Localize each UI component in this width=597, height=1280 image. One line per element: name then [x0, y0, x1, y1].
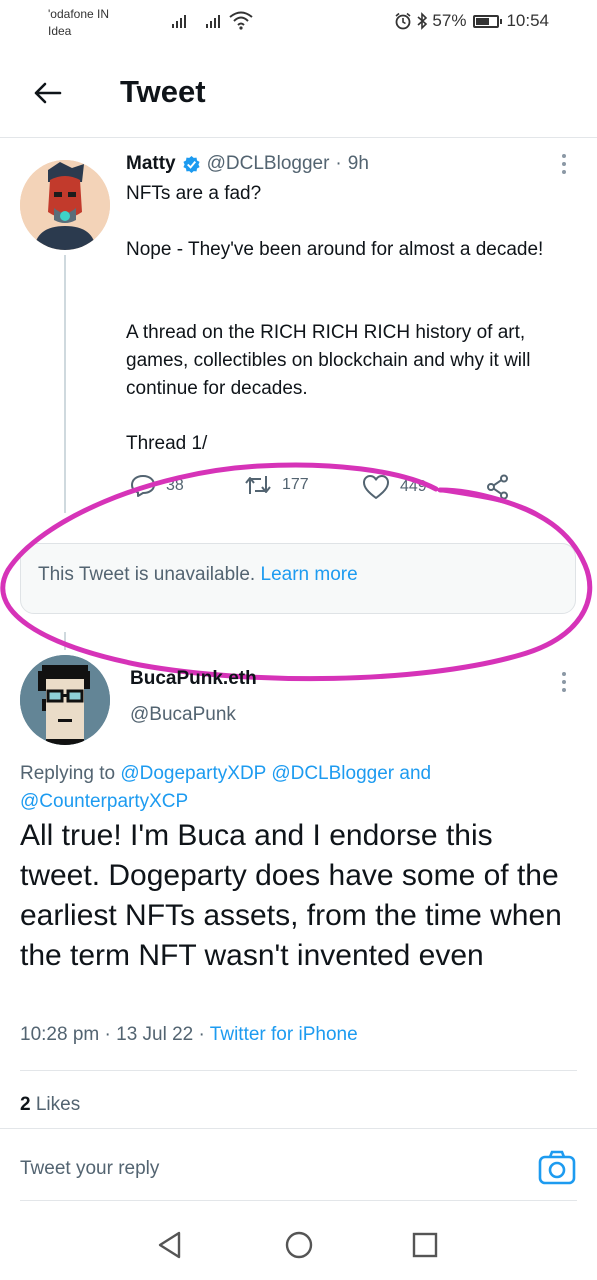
wifi-icon	[229, 11, 253, 30]
retweet-count: 177	[282, 476, 309, 493]
top-bar: Tweet	[0, 52, 597, 138]
tweet-line: Thread 1/	[126, 433, 208, 454]
battery-icon	[473, 14, 503, 28]
more-options-button[interactable]	[558, 152, 570, 178]
mention-link[interactable]: @CounterpartyXCP	[20, 791, 188, 812]
cryptopunk-avatar-image	[20, 655, 110, 745]
reply-author-handle[interactable]: @BucaPunk	[130, 704, 236, 726]
status-right: 57% 10:54	[394, 11, 549, 31]
separator-dot: ·	[335, 153, 342, 174]
reply-button[interactable]: 38	[130, 474, 184, 498]
mention-conjunction[interactable]: and	[399, 763, 431, 784]
tweet-line: NFTs are a fad?	[126, 183, 262, 204]
page-title: Tweet	[120, 74, 206, 109]
replying-to: Replying to @DogepartyXDP @DCLBlogger an…	[20, 760, 580, 816]
unavailable-tweet-notice: This Tweet is unavailable. Learn more	[20, 543, 576, 614]
reply-time[interactable]: 10:28 pm	[20, 1024, 99, 1045]
like-button[interactable]: 449	[362, 474, 427, 500]
share-button[interactable]	[486, 474, 510, 500]
circle-home-icon	[285, 1231, 313, 1259]
more-vertical-icon	[558, 152, 570, 174]
verified-badge-icon	[183, 155, 200, 173]
likes-summary[interactable]: 2 Likes	[20, 1094, 80, 1116]
separator-dot: ·	[104, 1024, 111, 1045]
carrier-name: 'odafone IN	[48, 7, 110, 21]
reply-icon	[131, 475, 155, 497]
reply-text: All true! I'm Buca and I endorse this tw…	[20, 819, 562, 972]
retweet-button[interactable]: 177	[244, 474, 309, 496]
unavailable-text: This Tweet is unavailable.	[38, 564, 256, 585]
author-name[interactable]: Matty	[126, 153, 176, 175]
likes-count: 2	[20, 1094, 31, 1115]
thread-line	[64, 255, 66, 513]
divider	[20, 1200, 577, 1201]
reply-more-options-button[interactable]	[558, 670, 570, 696]
clock: 10:54	[506, 11, 549, 30]
retweet-icon	[245, 476, 271, 494]
avatar-image	[20, 160, 110, 250]
status-bar: 'odafone IN Idea 57% 10:54	[0, 0, 597, 50]
tweet-actions: 38 177 449	[126, 474, 526, 506]
reply-count: 38	[166, 477, 184, 494]
reply-avatar[interactable]	[20, 655, 110, 745]
arrow-left-icon	[34, 82, 62, 104]
camera-icon	[538, 1150, 576, 1185]
divider	[20, 1070, 577, 1071]
nav-home-button[interactable]	[284, 1230, 314, 1260]
carrier-label: 'odafone IN Idea	[48, 6, 109, 40]
separator-dot: ·	[198, 1024, 205, 1045]
tweet-line: A thread on the RICH RICH RICH history o…	[126, 322, 531, 399]
client-link[interactable]: Twitter for iPhone	[210, 1024, 358, 1045]
author-handle[interactable]: @DCLBlogger	[207, 153, 330, 175]
mention-link[interactable]: @DogepartyXDP	[120, 763, 266, 784]
system-navigation-bar	[0, 1212, 597, 1280]
triangle-back-icon	[158, 1231, 181, 1259]
nav-back-button[interactable]	[155, 1230, 185, 1260]
divider	[0, 1128, 597, 1129]
learn-more-link[interactable]: Learn more	[261, 564, 358, 585]
reply-author-name[interactable]: BucaPunk.eth	[130, 668, 257, 690]
mention-link[interactable]: @DCLBlogger	[271, 763, 394, 784]
bluetooth-icon	[417, 12, 428, 30]
replying-to-label: Replying to	[20, 763, 116, 784]
likes-label: Likes	[35, 1094, 81, 1115]
heart-icon	[363, 475, 389, 499]
more-vertical-icon	[558, 670, 570, 692]
tweet-header: Matty @DCLBlogger · 9h	[126, 153, 369, 175]
reply-input[interactable]: Tweet your reply	[20, 1158, 159, 1180]
alarm-icon	[395, 12, 411, 30]
tweet-time[interactable]: 9h	[348, 153, 369, 175]
battery-percent: 57%	[432, 11, 467, 30]
reply-date[interactable]: 13 Jul 22	[116, 1024, 193, 1045]
back-button[interactable]	[30, 76, 64, 110]
share-icon	[487, 474, 508, 500]
like-count: 449	[400, 478, 427, 495]
camera-button[interactable]	[538, 1150, 576, 1188]
nav-recents-button[interactable]	[410, 1230, 440, 1260]
thread-line	[64, 632, 66, 650]
signal-icon	[172, 14, 186, 28]
carrier-name-secondary: Idea	[48, 24, 72, 38]
square-recents-icon	[412, 1232, 438, 1258]
avatar[interactable]	[20, 160, 110, 250]
tweet-line: Nope - They've been around for almost a …	[126, 239, 544, 260]
reply-meta: 10:28 pm · 13 Jul 22 · Twitter for iPhon…	[20, 1024, 358, 1046]
signal-icon	[206, 14, 220, 28]
